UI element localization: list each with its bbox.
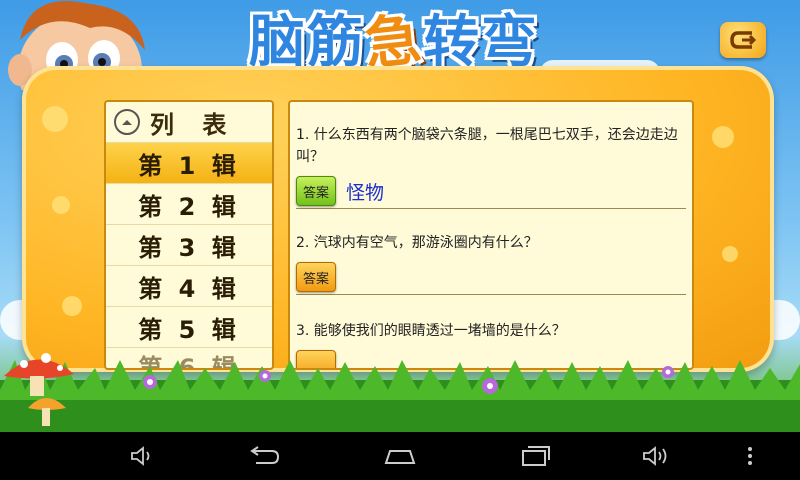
answer-button[interactable]: 答案 bbox=[296, 262, 336, 292]
title-char: 转 bbox=[423, 10, 479, 75]
list-item-episode-4[interactable]: 第 4 辑 bbox=[106, 265, 272, 306]
back-arrow-icon bbox=[730, 31, 757, 49]
decor-dot bbox=[52, 196, 70, 214]
recent-apps-nav-button[interactable] bbox=[516, 440, 556, 472]
back-icon bbox=[250, 446, 280, 464]
list-header[interactable]: 列 表 bbox=[106, 102, 272, 142]
volume-up-button[interactable] bbox=[636, 440, 676, 472]
answer-row: 答案 bbox=[296, 262, 686, 292]
list-item-episode-1[interactable]: 第 1 辑 bbox=[106, 142, 272, 183]
question-text: 1. 什么东西有两个脑袋六条腿，一根尾巴七双手，还会边走边叫？ bbox=[296, 127, 678, 165]
menu-icon bbox=[748, 447, 752, 465]
chevron-up-icon[interactable] bbox=[114, 109, 140, 135]
back-button[interactable] bbox=[720, 22, 766, 58]
volume-up-icon bbox=[643, 446, 667, 466]
menu-nav-button[interactable] bbox=[730, 440, 770, 472]
volume-down-button[interactable] bbox=[122, 440, 162, 472]
decor-dot bbox=[62, 296, 82, 316]
question-text: 2. 汽球内有空气，那游泳圈内有什么？ bbox=[296, 235, 538, 251]
question-content-panel[interactable]: 1. 什么东西有两个脑袋六条腿，一根尾巴七双手，还会边走边叫？ 答案 怪物 2.… bbox=[288, 100, 694, 370]
recent-apps-icon bbox=[522, 446, 550, 466]
list-item-episode-3[interactable]: 第 3 辑 bbox=[106, 224, 272, 265]
grass-ground bbox=[0, 360, 800, 432]
question-block: 1. 什么东西有两个脑袋六条腿，一根尾巴七双手，还会边走边叫？ 答案 怪物 bbox=[296, 124, 686, 209]
list-title: 列 表 bbox=[150, 110, 237, 139]
mushroom-decoration bbox=[4, 353, 74, 426]
decor-dot bbox=[42, 106, 68, 132]
episode-list-panel: 列 表 第 1 辑 第 2 辑 第 3 辑 第 4 辑 第 5 辑 第 6 辑 bbox=[104, 100, 274, 370]
question-block: 2. 汽球内有空气，那游泳圈内有什么？ 答案 bbox=[296, 232, 686, 295]
answer-row: 答案 怪物 bbox=[296, 176, 686, 206]
title-char: 弯 bbox=[481, 10, 537, 75]
divider bbox=[296, 208, 686, 209]
home-icon bbox=[384, 450, 416, 464]
decor-dot bbox=[712, 126, 734, 148]
system-navigation-bar bbox=[0, 432, 800, 480]
divider bbox=[296, 294, 686, 295]
home-nav-button[interactable] bbox=[380, 440, 420, 472]
title-char: 脑 bbox=[249, 10, 305, 75]
volume-down-icon bbox=[131, 446, 150, 466]
answer-button[interactable]: 答案 bbox=[296, 176, 336, 206]
answer-text: 怪物 bbox=[346, 181, 385, 204]
back-nav-button[interactable] bbox=[244, 440, 284, 472]
decor-dot bbox=[722, 246, 738, 262]
title-char: 筋 bbox=[307, 10, 363, 75]
list-item-episode-5[interactable]: 第 5 辑 bbox=[106, 306, 272, 347]
list-item-episode-2[interactable]: 第 2 辑 bbox=[106, 183, 272, 224]
question-text: 3. 能够使我们的眼睛透过一堵墙的是什么？ bbox=[296, 323, 566, 339]
